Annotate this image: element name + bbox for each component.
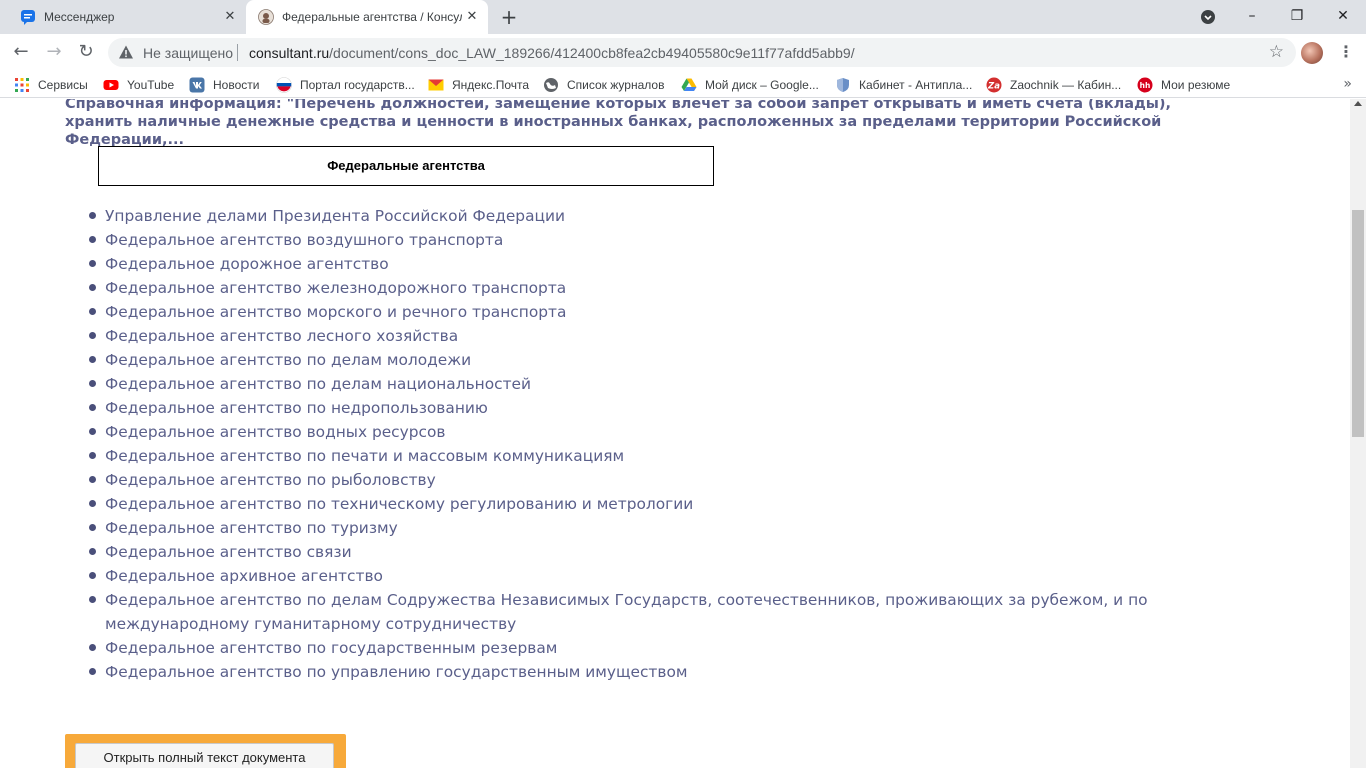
maximize-button[interactable]: ❐ (1285, 4, 1309, 28)
scroll-up-arrow-icon[interactable] (1354, 101, 1362, 106)
bookmark-label: Портал государств... (300, 78, 415, 92)
agency-link[interactable]: Федеральное агентство по туризму (89, 516, 1245, 540)
open-document-panel: Открыть полный текст документа (65, 734, 346, 768)
bookmark-label: Zaochnik — Кабин... (1010, 78, 1122, 92)
close-icon[interactable]: ✕ (222, 9, 238, 25)
agency-link[interactable]: Федеральное агентство по рыболовству (89, 468, 1245, 492)
minimize-button[interactable]: – (1240, 4, 1264, 28)
bookmark-hh-resume[interactable]: hh Мои резюме (1137, 76, 1230, 94)
agency-link[interactable]: Федеральное агентство по недропользовани… (89, 396, 1245, 420)
bookmark-label: Яндекс.Почта (452, 78, 530, 92)
tab-messenger[interactable]: Мессенджер ✕ (8, 0, 246, 34)
scrollbar-thumb[interactable] (1352, 210, 1364, 437)
site-logo-icon (258, 9, 274, 25)
agency-link[interactable]: Федеральное агентство связи (89, 540, 1245, 564)
section-heading-box: Федеральные агентства (98, 146, 714, 186)
bookmark-label: YouTube (127, 78, 175, 92)
google-drive-icon (681, 78, 697, 91)
agency-link[interactable]: Федеральное дорожное агентство (89, 252, 1245, 276)
bookmark-apps[interactable]: Сервисы (14, 76, 88, 94)
bookmark-label: Сервисы (38, 78, 88, 92)
bookmark-google-drive[interactable]: Мой диск – Google... (681, 76, 819, 94)
bookmark-journals[interactable]: Список журналов (543, 76, 664, 94)
bookmarks-bar: Сервисы YouTube Новости Портал государст… (0, 71, 1366, 98)
agency-link[interactable]: Федеральное агентство по делам молодежи (89, 348, 1245, 372)
separator (237, 44, 238, 61)
russia-flag-icon (276, 77, 292, 93)
hh-icon: hh (1137, 77, 1153, 93)
agency-link[interactable]: Федеральное агентство по государственным… (89, 636, 1245, 660)
bookmark-zaochnik[interactable]: Za Zaochnik — Кабин... (986, 76, 1121, 94)
agency-link[interactable]: Федеральное агентство железнодорожного т… (89, 276, 1245, 300)
reference-title-link[interactable]: Справочная информация: "Перечень должнос… (65, 99, 1225, 149)
agency-link[interactable]: Федеральное агентство по техническому ре… (89, 492, 1245, 516)
agency-link[interactable]: Управление делами Президента Российской … (89, 204, 1245, 228)
bookmark-label: Новости (213, 78, 260, 92)
bookmark-label: Мои резюме (1161, 78, 1231, 92)
svg-text:hh: hh (1140, 81, 1151, 90)
profile-avatar[interactable] (1301, 42, 1323, 64)
url-domain: consultant.ru (249, 45, 330, 61)
browser-toolbar: ← → ↻ Не защищено consultant.ru/document… (0, 34, 1366, 71)
shield-icon (837, 78, 849, 92)
agency-link[interactable]: Федеральное агентство лесного хозяйства (89, 324, 1245, 348)
new-tab-button[interactable]: + (498, 6, 520, 28)
page-content: Справочная информация: "Перечень должнос… (0, 99, 1350, 768)
agency-link[interactable]: Федеральное агентство по печати и массов… (89, 444, 1245, 468)
url-text[interactable]: consultant.ru/document/cons_doc_LAW_1892… (249, 45, 855, 61)
open-full-text-button[interactable]: Открыть полный текст документа (75, 743, 334, 768)
page-scrollbar[interactable] (1350, 99, 1366, 768)
bookmark-antiplagiat[interactable]: Кабинет - Антипла... (835, 76, 972, 94)
bookmark-news[interactable]: Новости (189, 76, 259, 94)
agency-link[interactable]: Федеральное агентство по делам Содружест… (89, 588, 1245, 636)
url-path: /document/cons_doc_LAW_189266/412400cb8f… (329, 45, 855, 61)
bookmark-label: Кабинет - Антипла... (859, 78, 973, 92)
browser-menu-icon[interactable]: ⋮ (1334, 40, 1358, 64)
agency-link[interactable]: Федеральное агентство по делам националь… (89, 372, 1245, 396)
svg-text:Za: Za (987, 81, 1000, 91)
chat-bubble-icon (21, 10, 35, 25)
forward-button[interactable]: → (42, 40, 66, 64)
bookmark-label: Мой диск – Google... (705, 78, 819, 92)
bookmark-yandex-mail[interactable]: Яндекс.Почта (428, 76, 529, 94)
tab-title: Федеральные агентства / Консультант (282, 10, 462, 24)
agency-link[interactable]: Федеральное агентство по управлению госу… (89, 660, 1245, 684)
close-icon[interactable]: ✕ (464, 9, 480, 25)
bookmark-youtube[interactable]: YouTube (103, 76, 174, 94)
address-bar[interactable]: Не защищено consultant.ru/document/cons_… (108, 38, 1296, 67)
bookmark-star-icon[interactable]: ☆ (1269, 42, 1284, 62)
tab-title: Мессенджер (44, 10, 115, 24)
agency-link[interactable]: Федеральное агентство морского и речного… (89, 300, 1245, 324)
bookmark-gosuslugi[interactable]: Портал государств... (276, 76, 415, 94)
warning-icon[interactable] (118, 44, 134, 60)
agency-link[interactable]: Федеральное агентство воздушного транспо… (89, 228, 1245, 252)
bookmarks-overflow-icon[interactable]: » (1343, 76, 1352, 92)
youtube-icon (103, 80, 119, 90)
mail-icon (428, 79, 444, 91)
agency-link[interactable]: Федеральное архивное агентство (89, 564, 1245, 588)
agency-link[interactable]: Федеральное агентство водных ресурсов (89, 420, 1245, 444)
security-label[interactable]: Не защищено (143, 45, 233, 61)
back-button[interactable]: ← (9, 40, 33, 64)
vk-icon (189, 77, 205, 93)
tab-consultant[interactable]: Федеральные агентства / Консультант ✕ (246, 0, 488, 34)
apps-grid-icon (15, 78, 29, 92)
reload-button[interactable]: ↻ (74, 40, 98, 64)
globe-icon (544, 78, 558, 92)
agency-list: Управление делами Президента Российской … (89, 204, 1245, 684)
zaochnik-icon: Za (986, 77, 1002, 93)
tab-search-icon[interactable] (1200, 9, 1216, 25)
bookmark-label: Список журналов (567, 78, 665, 92)
tab-strip: Мессенджер ✕ Федеральные агентства / Кон… (0, 0, 1366, 34)
window-close-button[interactable]: ✕ (1331, 4, 1355, 28)
